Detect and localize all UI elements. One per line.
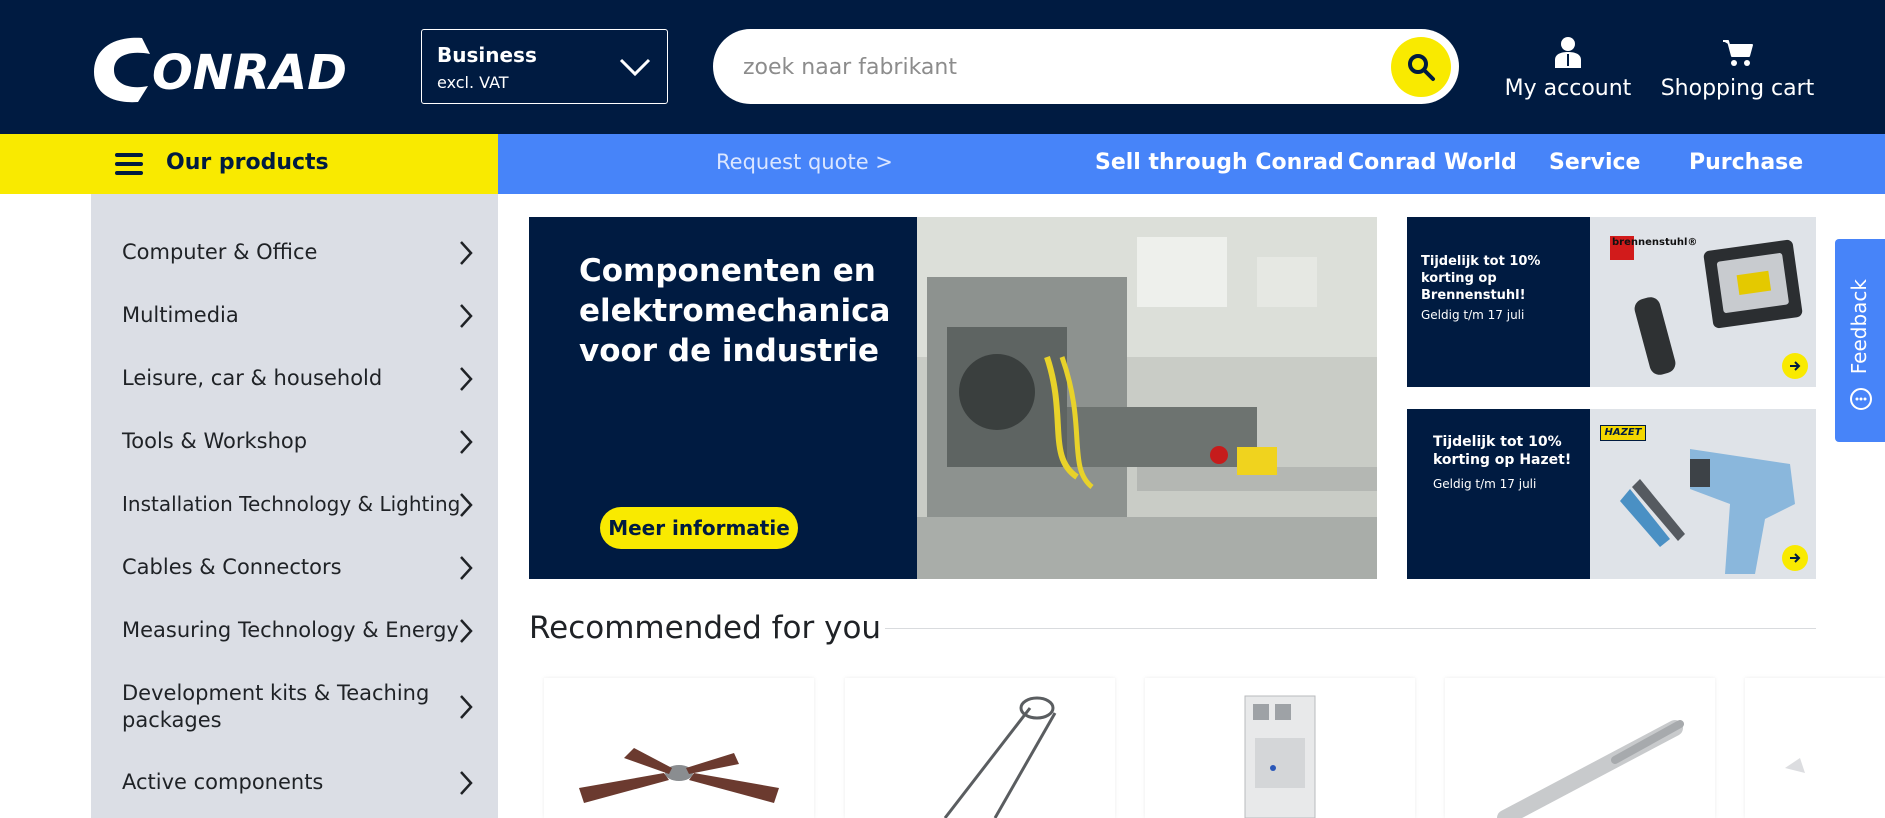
more-info-button[interactable]: Meer informatie [600,507,798,549]
promo-title: Tijdelijk tot 10% korting op Hazet! [1433,434,1572,468]
promo-validity: Geldig t/m 17 juli [1421,308,1525,322]
product-card[interactable] [845,678,1115,818]
feedback-label: Feedback [1847,279,1871,375]
category-label: Development kits & Teaching [122,681,430,705]
request-quote-link[interactable]: Request quote > [716,150,893,174]
nav-conrad-world[interactable]: Conrad World [1348,150,1517,175]
product-card[interactable] [1445,678,1715,818]
logo-wordmark: ONRAD [152,45,347,101]
conrad-logo[interactable]: ONRAD [90,32,362,106]
arrow-right-icon [1782,353,1808,379]
search-input[interactable] [743,47,1343,87]
chevron-right-icon [460,695,473,719]
user-icon [1555,37,1581,68]
tool-rod-image [1497,720,1684,818]
product-image [1785,758,1805,773]
category-label: Measuring Technology & Energy [122,618,459,642]
site-header: ONRAD Business excl. VAT My account [0,0,1885,134]
floor-cleaner-image [943,696,1057,818]
cart-icon [1722,40,1753,66]
chevron-right-icon [460,367,473,391]
chevron-right-icon [460,430,473,454]
shopping-cart-label: Shopping cart [1660,76,1815,101]
promo-product-image: brennenstuhl® [1590,217,1816,387]
main-nav: Our products Request quote > Sell throug… [0,134,1885,194]
shopping-cart-link[interactable]: Shopping cart [1655,30,1820,101]
our-products-button[interactable]: Our products [0,134,498,194]
search-icon [1408,54,1435,81]
category-label: Installation Technology & Lighting [122,492,461,516]
chevron-right-icon [460,493,473,517]
feedback-tab[interactable]: Feedback [1835,239,1885,442]
category-label: Multimedia [122,303,239,327]
promo-validity: Geldig t/m 17 juli [1433,477,1537,491]
feedback-chat-icon [1850,388,1872,410]
din-rail-module-image [1244,695,1316,818]
nav-purchase[interactable]: Purchase [1689,150,1803,175]
chevron-right-icon [460,304,473,328]
promo-product-image: HAZET [1590,409,1816,579]
hero-banner[interactable]: Componenten en elektromechanica voor de … [529,217,1377,579]
search-bar [713,29,1459,104]
hero-industrial-photo [917,217,1377,579]
category-label: Tools & Workshop [122,429,308,453]
nav-sell-through-conrad[interactable]: Sell through Conrad [1095,150,1344,175]
business-title: Business [437,43,537,67]
ceiling-fan-image [579,748,779,803]
chevron-down-icon [619,58,651,77]
promo-hazet[interactable]: Tijdelijk tot 10% korting op Hazet! Geld… [1407,409,1816,579]
product-card[interactable] [1145,678,1415,818]
my-account-link[interactable]: My account [1498,30,1638,101]
nav-service[interactable]: Service [1549,150,1640,175]
chevron-right-icon [460,771,473,795]
category-label: Cables & Connectors [122,555,342,579]
category-label: Active components [122,770,324,794]
hero-title: Componenten en elektromechanica voor de … [579,253,891,369]
product-card[interactable] [544,678,814,818]
category-sidebar: Computer & Office Multimedia Leisure, ca… [91,194,498,818]
category-label: Computer & Office [122,240,318,264]
hamburger-icon [115,153,143,175]
chevron-right-icon [460,241,473,265]
our-products-label: Our products [166,150,329,175]
arrow-right-icon [1782,545,1808,571]
search-button[interactable] [1391,37,1451,97]
chevron-right-icon [460,556,473,580]
business-vat-selector[interactable]: Business excl. VAT [421,29,668,104]
promo-brennenstuhl[interactable]: Tijdelijk tot 10% korting op Brennenstuh… [1407,217,1816,387]
recommended-title: Recommended for you [529,610,882,646]
category-label: Leisure, car & household [122,366,383,390]
business-subtitle: excl. VAT [437,73,509,92]
category-label-line2: packages [122,708,222,732]
my-account-label: My account [1504,76,1632,101]
section-divider [885,628,1816,629]
chevron-right-icon [460,619,473,643]
product-card[interactable] [1745,678,1885,818]
promo-title: Tijdelijk tot 10% korting op Brennenstuh… [1421,254,1541,303]
